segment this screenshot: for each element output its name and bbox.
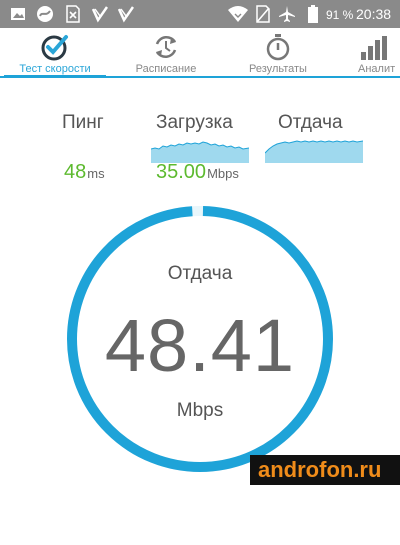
download-unit: Mbps: [207, 166, 239, 181]
download-sparkline: [151, 141, 249, 163]
upload-label: Отдача: [278, 112, 343, 133]
image-icon: [11, 8, 25, 20]
clock: 20:38: [356, 6, 392, 22]
wifi-icon: [228, 6, 248, 22]
tab-active-indicator: [4, 75, 106, 78]
download-label: Загрузка: [156, 112, 233, 133]
download-value: 35.00Mbps: [156, 161, 239, 184]
watermark: androfon.ru: [250, 455, 400, 485]
no-sim-icon: [256, 5, 270, 23]
speed-check-icon: [41, 35, 68, 61]
stopwatch-icon: [266, 34, 290, 61]
schedule-icon: [155, 35, 177, 59]
tab-speed-test[interactable]: Тест скорости: [4, 28, 106, 78]
tab-label: Расписание: [135, 63, 197, 75]
ping-number: 48: [64, 161, 87, 183]
tab-schedule[interactable]: Расписание: [116, 28, 216, 78]
vpn-icon: [37, 6, 53, 22]
ping-label: Пинг: [62, 112, 104, 133]
airplane-icon: [279, 6, 295, 22]
battery-percent: 91 %: [326, 8, 354, 22]
tab-bar: Тест скорости Расписание Результаты Анал…: [0, 28, 400, 78]
tab-results[interactable]: Результаты: [228, 28, 328, 78]
gauge-unit: Mbps: [176, 400, 224, 421]
tab-label: Аналит: [358, 63, 396, 75]
sim-x-icon: [66, 5, 80, 23]
check-notification-icon: [118, 6, 134, 23]
upload-sparkline: [265, 140, 363, 163]
download-number: 35.00: [156, 161, 207, 183]
bar-chart-icon: [361, 36, 387, 60]
tab-label: Тест скорости: [19, 63, 91, 75]
tab-label: Результаты: [249, 63, 307, 75]
ping-unit: ms: [87, 166, 105, 181]
status-bar: 91 % 20:38: [0, 0, 400, 28]
tab-analytics[interactable]: Аналит: [340, 28, 400, 78]
battery-icon: [308, 5, 318, 23]
ping-value: 48ms: [64, 161, 105, 184]
gauge-label: Отдача: [167, 263, 233, 284]
check-notification-icon: [92, 6, 108, 23]
gauge-value: 48.41: [104, 304, 296, 387]
